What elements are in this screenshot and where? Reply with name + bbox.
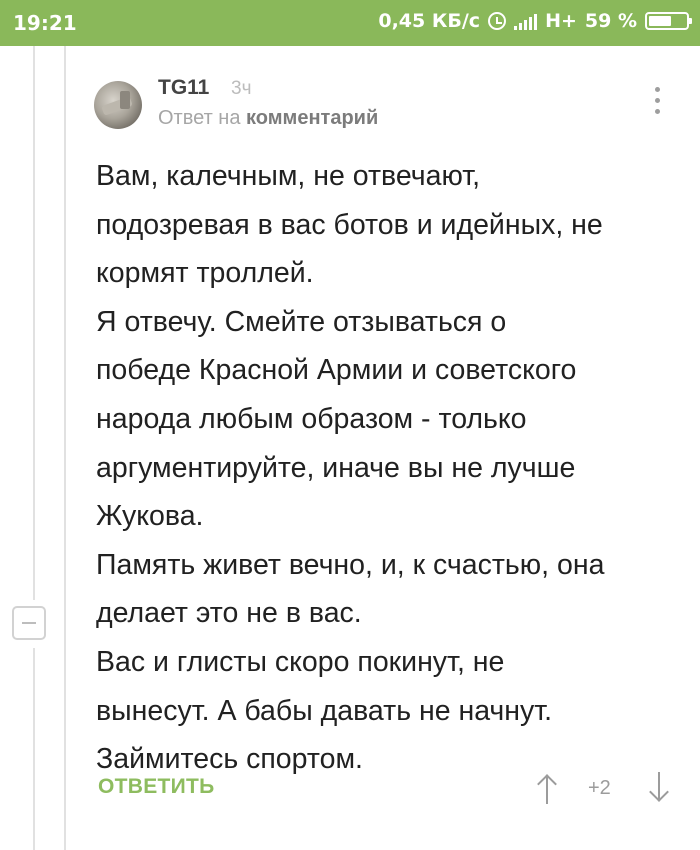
comment-line: Вас и глисты скоро покинут, не bbox=[96, 645, 505, 678]
reply-target-link[interactable]: комментарий bbox=[246, 107, 378, 129]
avatar[interactable] bbox=[94, 81, 142, 129]
status-right: 0,45 КБ/с H+ 59 % bbox=[378, 10, 692, 32]
signal-icon bbox=[514, 12, 538, 30]
battery-icon bbox=[645, 12, 692, 30]
network-speed: 0,45 КБ/с bbox=[378, 10, 481, 32]
status-bar: 19:21 0,45 КБ/с H+ 59 % bbox=[0, 0, 700, 46]
comment-line: кормят троллей. bbox=[96, 257, 314, 290]
upvote-arrow-icon[interactable] bbox=[534, 772, 560, 804]
comment-author[interactable]: TG11 bbox=[158, 76, 209, 100]
comment-score: +2 bbox=[588, 777, 611, 799]
comment-line: народа любым образом - только bbox=[96, 402, 527, 435]
more-options-icon[interactable] bbox=[650, 87, 664, 121]
thread-line-outer-lower bbox=[33, 648, 35, 850]
comment-time: 3ч bbox=[231, 78, 252, 99]
reply-button[interactable]: ОТВЕТИТЬ bbox=[98, 775, 215, 799]
comment-line: вынесут. А бабы давать не начнут. bbox=[96, 694, 553, 727]
thread-line-outer bbox=[33, 46, 35, 600]
battery-percent: 59 % bbox=[584, 10, 637, 32]
thread-line-inner bbox=[64, 46, 66, 850]
comment-body: Вам, калечным, не отвечают, подозревая в… bbox=[96, 152, 686, 784]
alarm-icon bbox=[488, 12, 507, 30]
comment-line: подозревая в вас ботов и идейных, не bbox=[96, 208, 603, 241]
comment-line: Я отвечу. Смейте отзываться о bbox=[96, 305, 507, 338]
comment-line: Жукова. bbox=[96, 500, 204, 533]
comment-line: аргументируйте, иначе вы не лучше bbox=[96, 451, 576, 484]
reply-prefix: Ответ на bbox=[158, 107, 241, 129]
comment-line: делает это не в вас. bbox=[96, 597, 362, 630]
comment-line: Вам, калечным, не отвечают, bbox=[96, 160, 481, 192]
status-time: 19:21 bbox=[13, 11, 77, 35]
comment-line: победе Красной Армии и советского bbox=[96, 354, 577, 387]
network-type: H+ bbox=[545, 10, 577, 32]
comment-line: Память живет вечно, и, к счастью, она bbox=[96, 548, 605, 581]
collapse-thread-button[interactable] bbox=[12, 606, 46, 640]
reply-to: Ответ на комментарий bbox=[158, 107, 378, 130]
downvote-arrow-icon[interactable] bbox=[646, 772, 672, 804]
